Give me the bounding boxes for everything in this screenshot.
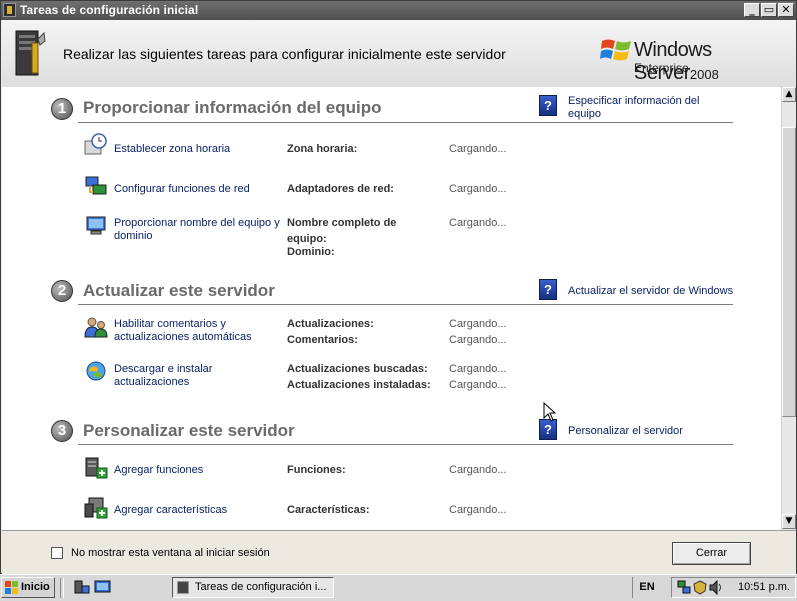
prop-value-updates-installed: Cargando...: [449, 379, 507, 391]
header-headline: Realizar las siguientes tareas para conf…: [63, 46, 506, 62]
taskbar-separator: [60, 578, 64, 598]
section-3-number-icon: 3: [51, 420, 73, 442]
task-configure-network[interactable]: Configurar funciones de red: [114, 183, 250, 196]
prop-value-features: Cargando...: [449, 504, 507, 516]
prop-label-feedback: Comentarios:: [287, 334, 358, 346]
windows-flag-icon: [600, 39, 631, 61]
taskbar-window-button[interactable]: Tareas de configuración i...: [172, 577, 334, 598]
close-button[interactable]: Cerrar: [672, 542, 751, 565]
prop-value-network-adapters: Cargando...: [449, 183, 507, 195]
clock[interactable]: 10:51 p.m.: [738, 581, 790, 593]
prop-value-roles: Cargando...: [449, 464, 507, 476]
dont-show-checkbox-label[interactable]: No mostrar esta ventana al iniciar sesió…: [71, 547, 270, 559]
language-indicator[interactable]: EN: [632, 577, 661, 598]
prop-label-network-adapters: Adaptadores de red:: [287, 183, 394, 195]
windows-flag-icon: [5, 581, 18, 594]
section-1-divider: [78, 122, 733, 123]
scroll-up-button[interactable]: ▲: [782, 87, 796, 102]
section-2-number-icon: 2: [51, 280, 73, 302]
initial-config-window: Tareas de configuración inicial _ ▭ ✕ Re…: [0, 0, 797, 574]
dialog-footer: No mostrar esta ventana al iniciar sesió…: [2, 530, 796, 574]
title-bar[interactable]: Tareas de configuración inicial _ ▭ ✕: [1, 1, 796, 20]
prop-label-updates: Actualizaciones:: [287, 318, 374, 330]
task-enable-feedback-updates[interactable]: Habilitar comentarios y actualizaciones …: [114, 318, 274, 344]
window-title: Tareas de configuración inicial: [20, 3, 199, 17]
link-specify-computer-info[interactable]: Especificar información del equipo: [568, 95, 718, 121]
prop-value-feedback: Cargando...: [449, 334, 507, 346]
section-1-title: Proporcionar información del equipo: [83, 98, 382, 117]
link-customize-server[interactable]: Personalizar el servidor: [568, 425, 683, 438]
maximize-button[interactable]: ▭: [761, 3, 777, 17]
update-icon: [86, 361, 106, 381]
taskbar: Inicio Tareas de configuración i... EN 1…: [0, 574, 797, 601]
feedback-icon: [84, 317, 108, 338]
link-windows-update[interactable]: Actualizar el servidor de Windows: [568, 285, 733, 298]
scroll-down-button[interactable]: ▼: [782, 514, 796, 529]
server-manager-quicklaunch-icon[interactable]: [73, 579, 90, 595]
help-book-icon: ?: [539, 419, 557, 440]
prop-label-roles: Funciones:: [287, 464, 346, 476]
prop-label-full-computer-name: Nombre completo de equipo:: [287, 217, 397, 245]
task-set-time-zone[interactable]: Establecer zona horaria: [114, 143, 230, 156]
prop-value-time-zone: Cargando...: [449, 143, 507, 155]
help-book-icon: ?: [539, 95, 557, 116]
server-tools-icon: [15, 30, 46, 76]
prop-label-updates-installed: Actualizaciones instaladas:: [287, 379, 431, 391]
task-download-install-updates[interactable]: Descargar e instalar actualizaciones: [114, 363, 264, 389]
close-window-button[interactable]: ✕: [778, 3, 794, 17]
add-roles-icon: [85, 457, 108, 479]
help-book-icon: ?: [539, 279, 557, 300]
prop-label-updates-checked: Actualizaciones buscadas:: [287, 363, 428, 375]
app-icon: [3, 3, 16, 17]
volume-icon[interactable]: [709, 580, 723, 595]
section-2-divider: [78, 304, 733, 305]
section-1-number-icon: 1: [51, 98, 73, 120]
task-provide-computer-name[interactable]: Proporcionar nombre del equipo y dominio: [114, 217, 284, 243]
section-3-title: Personalizar este servidor: [83, 421, 295, 440]
mouse-pointer-icon: [543, 402, 557, 422]
brand-edition: Enterprise: [634, 61, 689, 75]
scroll-thumb[interactable]: [782, 127, 796, 417]
taskbar-window-label: Tareas de configuración i...: [195, 581, 327, 593]
vertical-scrollbar[interactable]: ▲ ▼: [781, 87, 796, 530]
show-desktop-quicklaunch-icon[interactable]: [94, 579, 111, 595]
add-features-icon: [84, 497, 108, 519]
start-label: Inicio: [21, 581, 50, 593]
prop-value-updates-checked: Cargando...: [449, 363, 507, 375]
section-2-title: Actualizar este servidor: [83, 281, 275, 300]
header-banner: Realizar las siguientes tareas para conf…: [2, 20, 796, 88]
system-tray: 10:51 p.m.: [671, 577, 796, 598]
clock-icon: [84, 133, 107, 155]
app-icon: [177, 581, 189, 594]
prop-label-features: Características:: [287, 504, 370, 516]
prop-label-domain: Dominio:: [287, 246, 335, 258]
section-3-divider: [78, 444, 733, 445]
prop-label-time-zone: Zona horaria:: [287, 143, 358, 155]
minimize-button[interactable]: _: [744, 3, 760, 17]
start-button[interactable]: Inicio: [1, 577, 55, 598]
dont-show-checkbox[interactable]: [51, 547, 63, 559]
prop-value-updates: Cargando...: [449, 318, 507, 330]
network-icon: [85, 176, 107, 195]
security-tray-icon[interactable]: [693, 580, 707, 595]
network-tray-icon[interactable]: [677, 580, 691, 595]
tasks-content-area: 1 Proporcionar información del equipo ? …: [2, 87, 781, 530]
task-add-features[interactable]: Agregar características: [114, 504, 227, 517]
computer-icon: [86, 216, 106, 235]
prop-value-full-computer-name: Cargando...: [449, 217, 507, 229]
task-add-roles[interactable]: Agregar funciones: [114, 464, 203, 477]
